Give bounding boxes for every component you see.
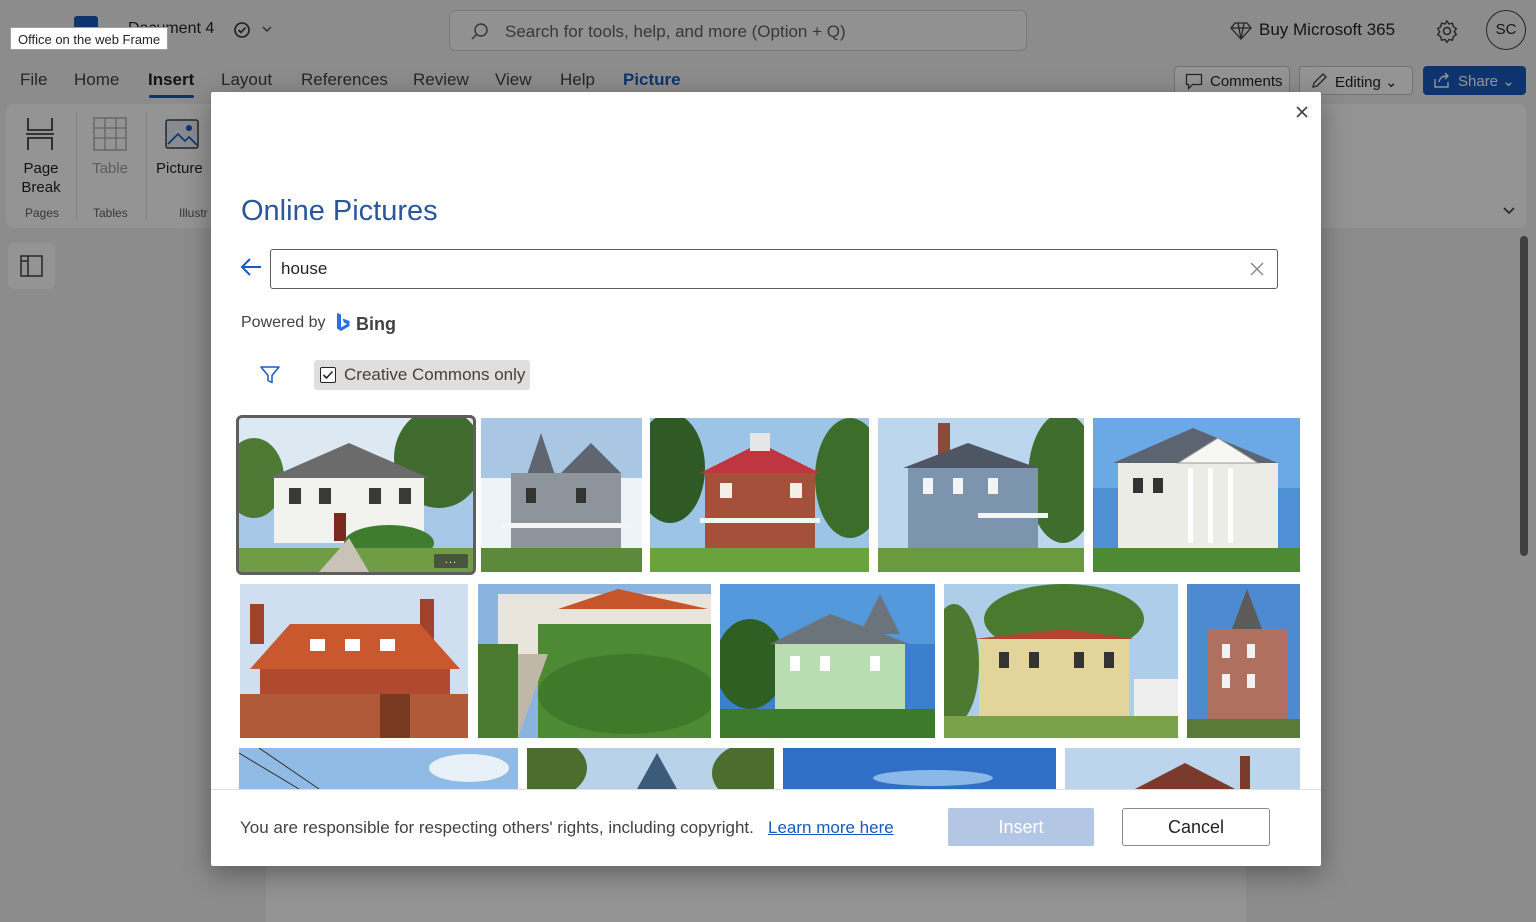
image-result-red-brick-farmhouse[interactable] — [650, 418, 869, 572]
image-result-green-victorian-house[interactable] — [720, 584, 935, 738]
cancel-button[interactable]: Cancel — [1122, 808, 1270, 846]
image-result-white-colonial-house[interactable]: ... — [236, 415, 476, 575]
image-result-orange-tile-roof-house[interactable] — [240, 584, 468, 738]
image-result-partial-blue-sky[interactable] — [783, 748, 1056, 789]
image-result-partial-tower-house[interactable] — [527, 748, 774, 789]
bing-logo-icon — [337, 313, 350, 331]
insert-button[interactable]: Insert — [948, 808, 1094, 846]
dialog-title: Online Pictures — [241, 195, 438, 227]
image-result-partial-sky-house-1[interactable] — [239, 748, 518, 789]
image-results-grid: ... — [211, 412, 1321, 789]
copyright-notice: You are responsible for respecting other… — [240, 818, 754, 837]
creative-commons-label: Creative Commons only — [344, 365, 526, 384]
image-result-yellow-two-story-house[interactable] — [944, 584, 1178, 738]
footer-divider — [211, 789, 1321, 790]
clear-search-icon[interactable] — [1249, 261, 1265, 277]
powered-by-label: Powered by — [241, 314, 326, 331]
image-result-blue-gray-italianate-house[interactable] — [878, 418, 1084, 572]
more-options-button[interactable]: ... — [434, 554, 468, 568]
online-pictures-dialog: Online Pictures Powered by Bing Creative… — [211, 92, 1321, 866]
image-result-gray-victorian-house[interactable] — [481, 418, 642, 572]
filter-icon[interactable] — [259, 364, 281, 386]
back-arrow-icon[interactable] — [239, 256, 263, 278]
checkmark-icon — [322, 370, 334, 380]
image-result-white-columned-house[interactable] — [1093, 418, 1300, 572]
creative-commons-filter[interactable]: Creative Commons only — [314, 360, 530, 390]
image-result-ivy-covered-villa[interactable] — [478, 584, 711, 738]
creative-commons-checkbox[interactable] — [320, 367, 336, 383]
image-result-brick-turret-house[interactable] — [1187, 584, 1300, 738]
bing-label: Bing — [356, 314, 396, 334]
learn-more-link[interactable]: Learn more here — [768, 818, 894, 838]
frame-tooltip: Office on the web Frame — [10, 27, 169, 50]
picture-search-input[interactable] — [281, 257, 1231, 281]
image-result-partial-roof-house[interactable] — [1065, 748, 1300, 789]
close-icon[interactable] — [1292, 102, 1312, 122]
picture-search-field[interactable] — [270, 249, 1278, 289]
